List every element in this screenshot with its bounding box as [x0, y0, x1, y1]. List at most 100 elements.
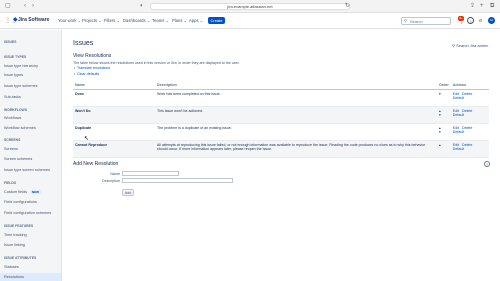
resolution-description: All attempts at reproducing this issue f… — [155, 140, 437, 158]
column-header-actions: Actions — [450, 81, 489, 90]
gear-icon[interactable]: ⚙ — [477, 17, 484, 24]
admin-sidebar: ISSUES ISSUE TYPES Issue type hierarchy … — [0, 30, 62, 281]
table-row: Done Work has been completed on this iss… — [73, 89, 489, 107]
sidebar-item-screens[interactable]: Screens — [4, 147, 18, 151]
resolution-name: Cannot Reproduce — [73, 140, 155, 158]
column-header-order: Order — [437, 81, 451, 90]
section-fields: FIELDS — [4, 181, 17, 185]
new-badge: NEW — [30, 190, 42, 194]
description-text: The table below shows the resolutions us… — [73, 61, 240, 65]
bullet-icon: • — [74, 66, 76, 70]
sidebar-item-time-tracking[interactable]: Time tracking — [4, 233, 27, 237]
browser-toolbar: ▢ ‹ › ◐ jira.example.atlassian.net ↻ ⇪ +… — [0, 0, 500, 13]
move-down-icon[interactable]: ▾ — [439, 113, 441, 117]
resolution-description: This issue won't be actioned. — [155, 106, 437, 124]
default-link[interactable]: Default — [453, 96, 464, 100]
bullet-icon: • — [74, 72, 76, 76]
shield-icon: ◐ — [140, 3, 144, 9]
resolution-name: Done — [73, 89, 155, 107]
add-button[interactable]: Add — [122, 189, 134, 196]
section-issue-types: ISSUE TYPES — [4, 55, 27, 59]
search-jira-admin-link[interactable]: ⚲ Search Jira admin — [452, 43, 488, 48]
forward-icon[interactable]: › — [32, 3, 34, 10]
column-header-description: Description — [155, 81, 437, 90]
table-row: Won't Do This issue won't be actioned. ▴… — [73, 106, 489, 124]
sidebar-item-issue-type-hierarchy[interactable]: Issue type hierarchy — [4, 64, 38, 68]
order-controls[interactable]: ▴ — [437, 140, 451, 158]
sidebar-item-field-configuration-schemes[interactable]: Field configuration schemes — [4, 211, 51, 215]
resolution-description: The problem is a duplicate of an existin… — [155, 123, 437, 141]
move-down-icon[interactable]: ▾ — [439, 92, 441, 96]
order-controls[interactable]: ▴ ▾ — [437, 106, 451, 124]
section-screens: SCREENS — [4, 138, 21, 142]
row-actions: Edit Delete Default — [450, 106, 489, 124]
move-up-icon[interactable]: ▴ — [439, 143, 441, 147]
nav-projects[interactable]: Projects ⌄ — [82, 18, 102, 23]
sidebar-toggle-icon[interactable]: ▢ — [5, 3, 11, 10]
sidebar-item-issue-type-screen-schemes[interactable]: Issue type screen schemes — [4, 168, 50, 172]
sidebar-item-resolutions[interactable]: Resolutions — [4, 275, 24, 279]
sidebar-item-issue-type-schemes[interactable]: Issue type schemes — [4, 84, 38, 88]
description-field[interactable] — [122, 178, 233, 183]
search-input[interactable]: Search — [401, 17, 451, 25]
help-icon[interactable]: ? — [484, 161, 490, 167]
table-row: Cannot Reproduce All attempts at reprodu… — [73, 140, 489, 158]
sidebar-item-workflow-schemes[interactable]: Workflow schemes — [4, 126, 36, 130]
mouse-cursor-icon: ↖ — [84, 136, 90, 142]
name-label: Name — [110, 172, 120, 176]
nav-filters[interactable]: Filters ⌄ — [104, 18, 120, 23]
url-bar[interactable]: jira.example.atlassian.net — [150, 3, 350, 10]
sidebar-item-issue-linking[interactable]: Issue linking — [4, 243, 25, 247]
search-icon: ⚲ — [404, 18, 407, 23]
order-controls[interactable]: ▾ — [437, 89, 451, 107]
section-issue-attributes: ISSUE ATTRIBUTES — [4, 256, 37, 260]
default-link[interactable]: Default — [453, 130, 464, 134]
move-down-icon[interactable]: ▾ — [439, 130, 441, 134]
back-icon[interactable]: ‹ — [24, 3, 26, 10]
reload-icon[interactable]: ↻ — [345, 3, 350, 10]
create-button[interactable]: Create — [208, 17, 225, 24]
section-issues: ISSUES — [4, 40, 17, 44]
row-actions: Edit Delete Default — [450, 89, 489, 107]
share-icon[interactable]: ⇪ — [470, 3, 475, 10]
column-header-name: Name — [73, 81, 155, 90]
section-issue-features: ISSUE FEATURES — [4, 224, 34, 228]
tabs-icon[interactable]: ⧉ — [490, 3, 494, 10]
row-actions: Edit Delete Default — [450, 140, 489, 158]
sidebar-item-sub-tasks[interactable]: Sub-tasks — [4, 95, 21, 99]
sidebar-item-workflows[interactable]: Workflows — [4, 116, 21, 120]
bell-icon[interactable]: ♪ — [458, 19, 465, 26]
sidebar-item-statuses[interactable]: Statuses — [4, 265, 19, 269]
new-tab-icon[interactable]: + — [480, 3, 484, 10]
section-workflows: WORKFLOWS — [4, 108, 27, 112]
table-row: Duplicate The problem is a duplicate of … — [73, 123, 489, 141]
order-controls[interactable]: ▴ ▾ — [437, 123, 451, 141]
sidebar-item-custom-fields[interactable]: Custom fields NEW — [4, 190, 42, 194]
section-title: View Resolutions — [73, 53, 112, 59]
sidebar-item-issue-types[interactable]: Issue types — [4, 73, 23, 77]
nav-apps[interactable]: Apps ⌄ — [189, 18, 203, 23]
translate-resolutions-link[interactable]: Translate resolutions — [77, 66, 110, 70]
nav-teams[interactable]: Teams ⌄ — [152, 18, 169, 23]
add-resolution-title: Add New Resolution — [73, 161, 119, 167]
nav-plans[interactable]: Plans ⌄ — [172, 18, 187, 23]
default-link[interactable]: Default — [453, 113, 464, 117]
top-navigation: ⋮⋮ ◆ Jira Software Your work ⌄ Projects … — [0, 13, 500, 29]
nav-dashboards[interactable]: Dashboards ⌄ — [123, 18, 150, 23]
resolution-name: Won't Do — [73, 106, 155, 124]
brand-name[interactable]: Jira Software — [18, 17, 49, 23]
row-actions: Edit Delete Default — [450, 123, 489, 141]
resolutions-table: Name Description Order Actions Done Work… — [73, 81, 489, 158]
help-icon[interactable]: ? — [467, 17, 474, 24]
page-title: Issues — [73, 40, 94, 47]
description-label: Description — [102, 179, 120, 183]
avatar[interactable]: JA — [488, 17, 495, 24]
sidebar-item-screen-schemes[interactable]: Screen schemes — [4, 157, 32, 161]
default-link[interactable]: Default — [453, 147, 464, 151]
nav-your-work[interactable]: Your work ⌄ — [58, 18, 81, 23]
clear-defaults-link[interactable]: Clear defaults — [77, 72, 99, 76]
resolution-description: Work has been completed on this issue. — [155, 89, 437, 107]
search-icon: ⚲ — [452, 43, 455, 48]
name-field[interactable] — [122, 171, 179, 176]
sidebar-item-field-configurations[interactable]: Field configurations — [4, 200, 37, 204]
